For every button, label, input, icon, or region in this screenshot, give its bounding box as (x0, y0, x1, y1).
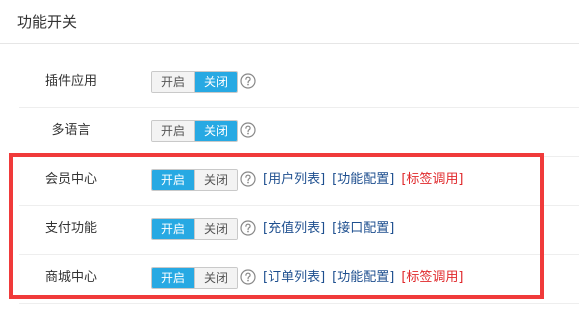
feature-link[interactable]: [接口配置] (332, 221, 394, 236)
feature-label: 商城中心 (44, 270, 97, 285)
feature-label: 支付功能 (44, 221, 97, 236)
toggle-on-button[interactable]: 开启 (152, 170, 194, 190)
feature-row: 插件应用 开启 关闭 (19, 59, 579, 108)
feature-link[interactable]: [用户列表] (263, 172, 325, 187)
on-off-toggle: 开启 关闭 (151, 267, 238, 289)
toggle-on-button[interactable]: 开启 (152, 121, 194, 141)
on-off-toggle: 开启 关闭 (151, 120, 238, 142)
feature-link[interactable]: [标签调用] (401, 270, 463, 285)
feature-row: 商城中心 开启 关闭 [订单列表] [功能配置] [标签调用] (19, 255, 579, 304)
toggle-off-button[interactable]: 关闭 (194, 268, 237, 288)
feature-row: 支付功能 开启 关闭 [充值列表] [接口配置] (19, 206, 579, 255)
toggle-off-button[interactable]: 关闭 (194, 170, 237, 190)
toggle-on-button[interactable]: 开启 (152, 219, 194, 239)
feature-link[interactable]: [订单列表] (263, 270, 325, 285)
feature-link[interactable]: [功能配置] (332, 270, 394, 285)
toggle-off-button[interactable]: 关闭 (194, 219, 237, 239)
toggle-off-button[interactable]: 关闭 (194, 121, 237, 141)
help-icon[interactable] (240, 122, 256, 138)
toggle-on-button[interactable]: 开启 (152, 72, 194, 92)
feature-links: [充值列表] [接口配置] (263, 219, 401, 239)
feature-label: 会员中心 (44, 172, 97, 187)
help-icon[interactable] (240, 269, 256, 285)
feature-links: [用户列表] [功能配置] [标签调用] (263, 170, 470, 190)
help-icon[interactable] (240, 220, 256, 236)
feature-row: 会员中心 开启 关闭 [用户列表] [功能配置] [标签调用] (19, 157, 579, 206)
help-icon[interactable] (240, 171, 256, 187)
feature-link[interactable]: [功能配置] (332, 172, 394, 187)
feature-label: 多语言 (51, 123, 91, 138)
feature-links: [订单列表] [功能配置] [标签调用] (263, 268, 470, 288)
help-icon[interactable] (240, 73, 256, 89)
section-title: 功能开关 (17, 13, 78, 31)
feature-list: 插件应用 开启 关闭 多语言 开启 关闭 会员中心 开启 关闭 [用户列表] [功能配置] [标签调用… (0, 59, 579, 304)
on-off-toggle: 开启 关闭 (151, 169, 238, 191)
on-off-toggle: 开启 关闭 (151, 218, 238, 240)
feature-link[interactable]: [标签调用] (401, 172, 463, 187)
section-header: 功能开关 (0, 0, 579, 44)
feature-link[interactable]: [充值列表] (263, 221, 325, 236)
toggle-off-button[interactable]: 关闭 (194, 72, 237, 92)
on-off-toggle: 开启 关闭 (151, 71, 238, 93)
feature-row: 多语言 开启 关闭 (19, 108, 579, 157)
feature-label: 插件应用 (44, 74, 97, 89)
toggle-on-button[interactable]: 开启 (152, 268, 194, 288)
feature-switch-page: 功能开关 插件应用 开启 关闭 多语言 开启 关闭 会员中心 开启 关闭 [用户列表] [功能配置]… (0, 0, 579, 310)
